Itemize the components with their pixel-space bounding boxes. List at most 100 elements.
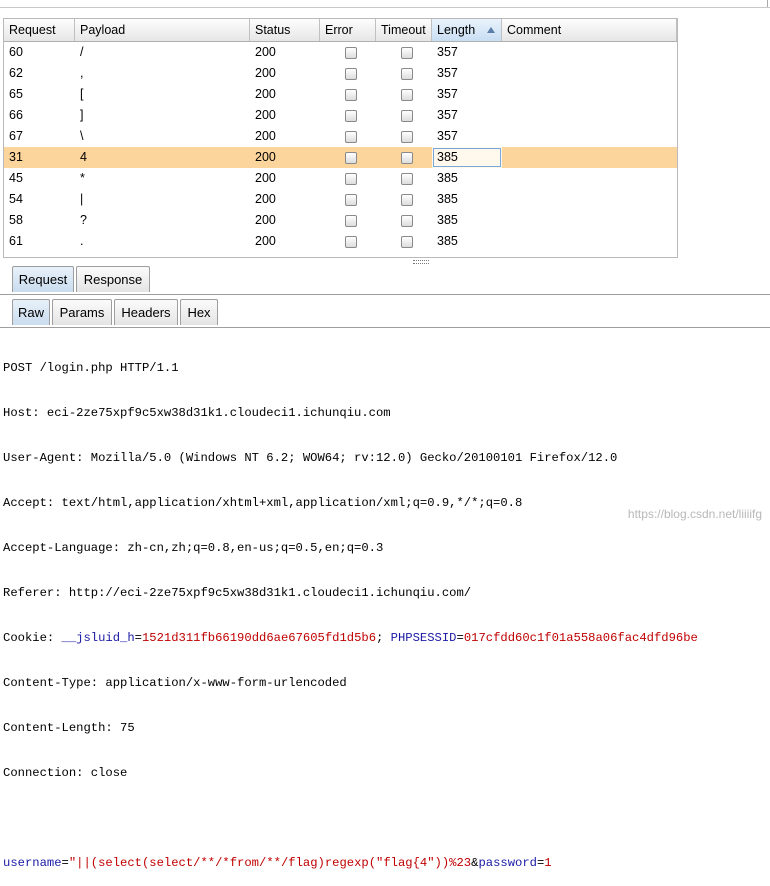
timeout-checkbox[interactable] xyxy=(400,151,413,164)
body-param-name: password xyxy=(478,856,537,870)
cell-length: 357 xyxy=(437,108,458,122)
timeout-checkbox[interactable] xyxy=(400,130,413,143)
cell-error xyxy=(320,189,376,210)
cell-timeout xyxy=(376,84,432,105)
tab-headers[interactable]: Headers xyxy=(114,299,178,325)
error-checkbox[interactable] xyxy=(344,214,357,227)
timeout-checkbox[interactable] xyxy=(400,172,413,185)
cell-payload: | xyxy=(80,192,84,206)
cell-length: 385 xyxy=(432,147,502,168)
tab-raw[interactable]: Raw xyxy=(12,299,50,325)
error-checkbox[interactable] xyxy=(344,88,357,101)
cell-request: 45 xyxy=(9,171,23,185)
error-checkbox[interactable] xyxy=(344,67,357,80)
table-row[interactable]: 31 4 200 385 xyxy=(4,147,677,168)
error-checkbox[interactable] xyxy=(344,172,357,185)
column-header-status[interactable]: Status xyxy=(250,19,320,41)
cookie-separator: ; xyxy=(376,631,391,645)
cookie-equals: = xyxy=(134,631,142,645)
tab-response[interactable]: Response xyxy=(76,266,150,292)
cell-length: 385 xyxy=(437,171,458,185)
table-row[interactable]: 54 | 200 385 xyxy=(4,189,677,210)
cell-timeout xyxy=(376,63,432,84)
cell-status: 200 xyxy=(255,129,276,143)
top-toolbar-strip xyxy=(0,0,770,8)
tab-request[interactable]: Request xyxy=(12,266,74,292)
column-header-timeout[interactable]: Timeout xyxy=(376,19,432,41)
pane-splitter[interactable] xyxy=(0,259,770,264)
column-header-request[interactable]: Request xyxy=(4,19,75,41)
cell-error xyxy=(320,168,376,189)
splitter-grip-icon[interactable] xyxy=(413,260,429,264)
cell-request: 67 xyxy=(9,129,23,143)
error-checkbox[interactable] xyxy=(344,235,357,248)
tab-params[interactable]: Params xyxy=(52,299,112,325)
body-param-value: "||(select(select/**/*from/**/flag)regex… xyxy=(68,856,472,870)
cell-error xyxy=(320,126,376,147)
error-checkbox[interactable] xyxy=(344,109,357,122)
cell-status: 200 xyxy=(255,66,276,80)
cell-status: 200 xyxy=(255,213,276,227)
table-row[interactable]: 66] 200 357 xyxy=(4,105,677,126)
cell-comment xyxy=(502,42,677,63)
cell-payload: [ xyxy=(80,87,84,101)
raw-request-editor[interactable]: POST /login.php HTTP/1.1 Host: eci-2ze75… xyxy=(3,331,770,870)
cell-status: 200 xyxy=(255,171,276,185)
header-accept-language: Accept-Language: zh-cn,zh;q=0.8,en-us;q=… xyxy=(3,541,384,555)
cookie-equals: = xyxy=(456,631,464,645)
cookie-name: PHPSESSID xyxy=(390,631,457,645)
cell-timeout xyxy=(376,168,432,189)
watermark: https://blog.csdn.net/liiiifg xyxy=(627,507,762,521)
table-row[interactable]: 45 * 200 385 xyxy=(4,168,677,189)
body-param-equals: = xyxy=(61,856,69,870)
timeout-checkbox[interactable] xyxy=(400,109,413,122)
cell-length: 357 xyxy=(437,45,458,59)
cookie-value: 1521d311fb66190dd6ae67605fd1d5b6 xyxy=(141,631,377,645)
tab-hex[interactable]: Hex xyxy=(180,299,218,325)
cell-comment xyxy=(502,126,677,147)
column-header-length-label: Length xyxy=(437,23,476,37)
cookie-name: __jsluid_h xyxy=(61,631,135,645)
timeout-checkbox[interactable] xyxy=(400,235,413,248)
timeout-checkbox[interactable] xyxy=(400,46,413,59)
column-header-length[interactable]: Length xyxy=(432,19,502,41)
cell-payload: ] xyxy=(80,108,84,122)
table-row[interactable]: 62, 200 357 xyxy=(4,63,677,84)
body-param-value: 1 xyxy=(544,856,552,870)
cell-length: 357 xyxy=(437,87,458,101)
error-checkbox[interactable] xyxy=(344,130,357,143)
column-header-error[interactable]: Error xyxy=(320,19,376,41)
results-table: Request Payload Status Error Timeout Len… xyxy=(3,18,678,258)
timeout-checkbox[interactable] xyxy=(400,88,413,101)
header-user-agent: User-Agent: Mozilla/5.0 (Windows NT 6.2;… xyxy=(3,451,618,465)
cell-status: 200 xyxy=(255,234,276,248)
cell-comment xyxy=(502,147,677,168)
table-row[interactable]: 58? 200 385 xyxy=(4,210,677,231)
error-checkbox[interactable] xyxy=(344,151,357,164)
table-row[interactable]: 65 [200 357 xyxy=(4,84,677,105)
cell-timeout xyxy=(376,210,432,231)
body-param-name: username xyxy=(3,856,62,870)
table-row[interactable]: 60 / 200 357 xyxy=(4,42,677,63)
cell-length: 385 xyxy=(437,213,458,227)
cell-error xyxy=(320,210,376,231)
sort-ascending-icon xyxy=(487,27,495,33)
cell-payload: 4 xyxy=(80,150,87,164)
cell-comment xyxy=(502,63,677,84)
cell-payload: , xyxy=(80,66,84,80)
cell-status: 200 xyxy=(255,45,276,59)
error-checkbox[interactable] xyxy=(344,46,357,59)
column-header-payload[interactable]: Payload xyxy=(75,19,250,41)
cell-status: 200 xyxy=(255,150,276,164)
timeout-checkbox[interactable] xyxy=(400,67,413,80)
request-line: POST /login.php HTTP/1.1 xyxy=(3,361,179,375)
table-row[interactable]: 61. 200 385 xyxy=(4,231,677,252)
timeout-checkbox[interactable] xyxy=(400,193,413,206)
column-header-comment[interactable]: Comment xyxy=(502,19,677,41)
timeout-checkbox[interactable] xyxy=(400,214,413,227)
header-connection: Connection: close xyxy=(3,766,128,780)
message-view-tabbar: Raw Params Headers Hex xyxy=(0,299,770,328)
error-checkbox[interactable] xyxy=(344,193,357,206)
table-row[interactable]: 67 \ 200 357 xyxy=(4,126,677,147)
